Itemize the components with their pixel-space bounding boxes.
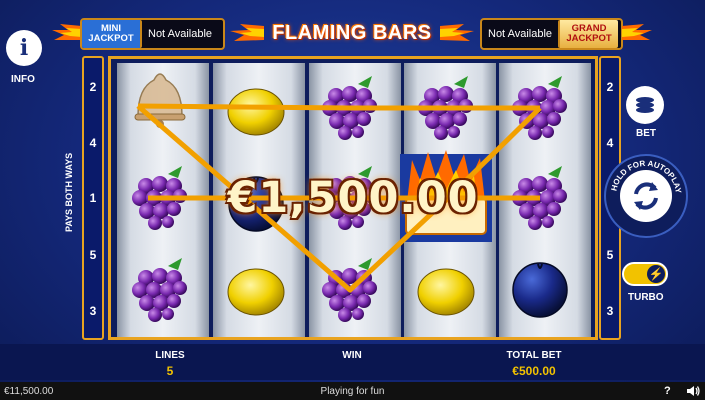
symbol-lemon <box>417 268 475 316</box>
lightning-icon: ⚡ <box>647 265 665 283</box>
bet-label: BET <box>636 128 656 139</box>
lines-value: 5 <box>166 364 174 378</box>
win-amount-overlay: €1,500.00 <box>227 173 479 223</box>
symbol-grapes <box>132 258 187 322</box>
symbol-lemon <box>227 268 285 316</box>
sound-icon[interactable] <box>686 385 700 397</box>
total-bet-label: TOTAL BET <box>506 350 562 361</box>
turbo-toggle[interactable]: ⚡ <box>622 262 668 286</box>
spin-icon <box>634 182 658 210</box>
win-line-2 <box>137 103 540 111</box>
win-label: WIN <box>342 350 362 361</box>
help-button[interactable]: ? <box>664 385 671 397</box>
play-mode: Playing for fun <box>320 385 385 397</box>
symbol-plum <box>512 262 568 318</box>
symbol-lemon <box>227 88 285 136</box>
bet-button[interactable] <box>626 86 664 124</box>
status-bar: €11,500.00 Playing for fun ? <box>0 382 705 400</box>
total-bet-value: €500.00 <box>512 364 556 378</box>
turbo-label: TURBO <box>628 292 664 303</box>
coin-stack-icon <box>636 97 654 113</box>
symbol-bell <box>134 73 186 129</box>
spin-inner <box>620 170 672 222</box>
lines-label: LINES <box>155 350 185 361</box>
spin-button[interactable]: HOLD FOR AUTOPLAY <box>604 154 688 238</box>
